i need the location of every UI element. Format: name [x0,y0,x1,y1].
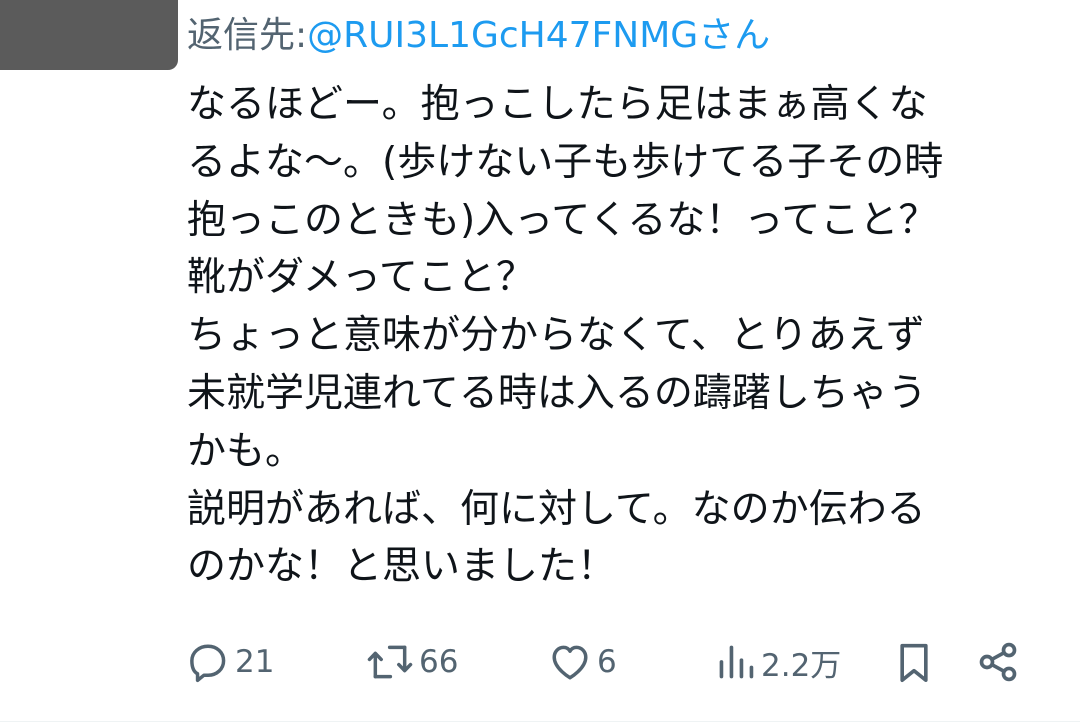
tweet-text-line: ちょっと意味が分からなくて、とりあえず [187,313,925,359]
reply-to-prefix: 返信先: [187,15,308,56]
views-count: 2.2万 [761,647,842,684]
retweet-icon [366,640,414,684]
views-button[interactable]: 2.2万 [716,634,841,690]
reply-to-honorific: さん [698,15,771,56]
reply-to-handle-link[interactable]: @RUI3L1GcH47FNMGさん [307,10,770,62]
tweet-text-line: 説明があれば、何に対して。なのか伝わる [187,486,926,532]
tweet-text-line: 未就学児連れてる時は入るの躊躇しちゃう [187,370,927,416]
tweet-text-line: 抱っこのときも)入ってくるな！ってこと？ [187,197,938,243]
reply-button[interactable]: 21 [186,634,274,690]
avatar-thread-edge [0,0,178,70]
bookmark-button[interactable] [894,634,934,690]
tweet-text-line: るよな〜。(歩けない子も歩けてる子その時 [187,139,944,185]
tweet-action-bar: 21 66 6 2.2万 [186,634,1026,690]
tweet-text: なるほどー。抱っこしたら足はまぁ高くな るよな〜。(歩けない子も歩けてる子その時… [187,76,1057,596]
reply-to-handle: @RUI3L1GcH47FNMG [307,15,699,56]
like-button[interactable]: 6 [548,634,617,690]
reply-icon [186,640,230,684]
views-icon [716,640,756,684]
heart-icon [548,640,592,684]
retweet-count: 66 [419,644,459,680]
retweet-button[interactable]: 66 [366,634,458,690]
reply-to-line: 返信先: @RUI3L1GcH47FNMGさん [187,10,770,62]
tweet-text-line: 靴がダメってこと？ [187,255,535,301]
like-count: 6 [597,644,617,680]
tweet-text-line: かも。 [187,428,305,474]
share-button[interactable] [976,634,1020,690]
bookmark-icon [894,640,934,684]
share-icon [976,640,1020,684]
tweet-text-line: のかな！と思いました！ [187,544,617,590]
tweet-text-line: なるほどー。抱っこしたら足はまぁ高くな [187,82,928,127]
reply-count: 21 [235,644,275,680]
